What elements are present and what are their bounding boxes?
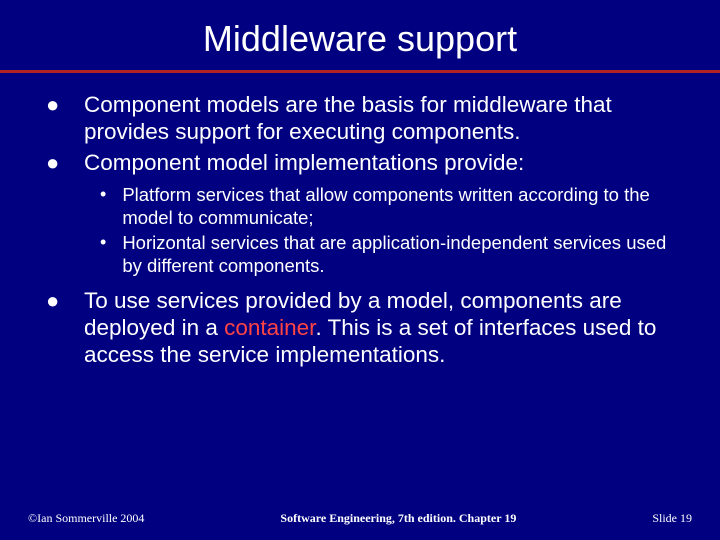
title-rule xyxy=(0,70,720,73)
slide-content: ● Component models are the basis for mid… xyxy=(32,91,688,368)
bullet-text: Component model implementations provide: xyxy=(84,149,680,176)
sub-bullet-icon: • xyxy=(40,183,106,206)
sub-list: • Platform services that allow component… xyxy=(40,183,680,277)
sub-bullet-item: • Horizontal services that are applicati… xyxy=(40,231,680,277)
sub-bullet-text: Platform services that allow components … xyxy=(106,183,680,229)
bullet-icon: ● xyxy=(40,287,84,315)
sub-bullet-item: • Platform services that allow component… xyxy=(40,183,680,229)
bullet-item: ● Component model implementations provid… xyxy=(40,149,680,177)
bullet-text: Component models are the basis for middl… xyxy=(84,91,680,145)
footer-left: ©Ian Sommerville 2004 xyxy=(28,511,144,526)
bullet-item: ● Component models are the basis for mid… xyxy=(40,91,680,145)
main-list: ● Component models are the basis for mid… xyxy=(40,91,680,177)
main-list-continued: ● To use services provided by a model, c… xyxy=(40,287,680,368)
bullet-icon: ● xyxy=(40,91,84,119)
sub-bullet-text: Horizontal services that are application… xyxy=(106,231,680,277)
footer-right: Slide 19 xyxy=(652,511,692,526)
footer: ©Ian Sommerville 2004 Software Engineeri… xyxy=(0,511,720,526)
highlight-text: container xyxy=(224,315,315,340)
sub-bullet-icon: • xyxy=(40,231,106,254)
bullet-text: To use services provided by a model, com… xyxy=(84,287,680,368)
footer-center: Software Engineering, 7th edition. Chapt… xyxy=(280,511,516,526)
bullet-item: ● To use services provided by a model, c… xyxy=(40,287,680,368)
slide-title: Middleware support xyxy=(32,18,688,60)
slide: Middleware support ● Component models ar… xyxy=(0,0,720,540)
bullet-icon: ● xyxy=(40,149,84,177)
